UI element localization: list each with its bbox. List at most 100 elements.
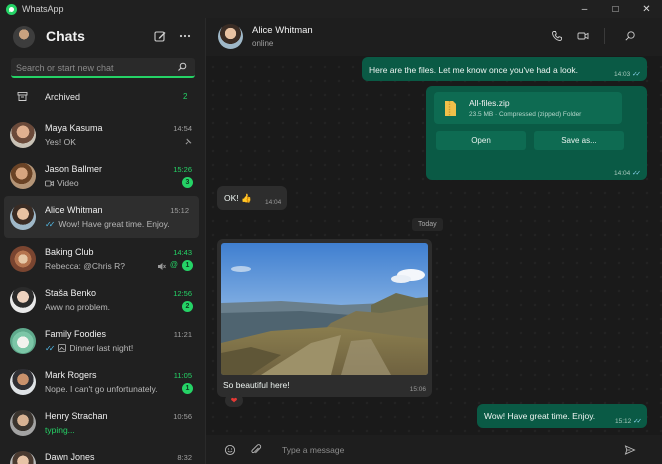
day-separator: Today [412, 218, 443, 231]
archive-icon [17, 92, 28, 101]
app-title: WhatsApp [22, 4, 64, 14]
avatar [10, 287, 36, 313]
chat-time: 8:32 [177, 453, 192, 462]
chat-preview: typing... [45, 425, 75, 435]
unread-badge: 1 [182, 260, 193, 271]
read-ticks-icon: ✓✓ [45, 343, 56, 353]
outgoing-file-message[interactable]: All-files.zip 23.5 MB · Compressed (zipp… [426, 86, 647, 180]
message-text: Here are the files. Let me know once you… [369, 65, 579, 75]
message-input[interactable] [282, 442, 602, 458]
chat-preview: ✓✓ Dinner last night! [45, 343, 134, 353]
contact-status: online [252, 39, 274, 48]
avatar [10, 163, 36, 189]
chat-preview: Video [45, 178, 79, 188]
title-bar: WhatsApp – □ ✕ [0, 0, 662, 18]
archived-label: Archived [45, 92, 81, 102]
file-card: All-files.zip 23.5 MB · Compressed (zipp… [434, 92, 622, 124]
chat-time: 14:43 [173, 248, 192, 257]
save-as-button[interactable]: Save as... [534, 131, 624, 150]
avatar [10, 204, 36, 230]
search-icon[interactable] [177, 62, 187, 72]
message-time: 14:04 ✓✓ [614, 170, 641, 177]
chat-item-maya-kasuma[interactable]: Maya Kasuma 14:54 Yes! OK [0, 114, 206, 156]
unread-badge: 3 [182, 177, 193, 188]
chat-time: 10:56 [173, 412, 192, 421]
message-text: OK! 👍 [224, 193, 252, 203]
message-time: 14:04 [265, 199, 282, 206]
chat-time: 11:21 [173, 330, 192, 339]
chat-name: Alice Whitman [45, 205, 103, 215]
photo-caption: So beautiful here! [223, 380, 290, 390]
video-call-icon[interactable] [577, 30, 589, 42]
chat-time: 14:54 [173, 124, 192, 133]
archived-count: 2 [183, 92, 188, 101]
minimize-button[interactable]: – [569, 0, 600, 18]
chat-name: Dawn Jones [45, 452, 95, 462]
outgoing-message[interactable]: Wow! Have great time. Enjoy. 15:12 ✓✓ [477, 404, 647, 428]
chat-item-henry-strachan[interactable]: Henry Strachan 10:56 typing... [0, 402, 206, 444]
message-composer [206, 435, 662, 464]
message-time: 15:12 ✓✓ [615, 418, 642, 425]
chat-name: Staša Benko [45, 288, 97, 298]
my-profile-avatar[interactable] [13, 26, 35, 48]
unread-badge: 1 [182, 383, 193, 394]
chats-title: Chats [46, 28, 85, 44]
muted-icon [158, 263, 166, 270]
conversation-pane: Alice Whitman online Here are the files.… [206, 18, 662, 464]
search-input[interactable] [16, 60, 176, 75]
search-box [11, 58, 195, 78]
outgoing-message[interactable]: Here are the files. Let me know once you… [362, 57, 647, 81]
chat-preview: Rebecca: @Chris R? [45, 261, 125, 271]
chat-item-mark-rogers[interactable]: Mark Rogers 11:05 Nope. I can't go unfor… [0, 361, 206, 403]
header-divider [604, 28, 605, 44]
chat-name: Jason Ballmer [45, 164, 103, 174]
chat-name: Maya Kasuma [45, 123, 103, 133]
chat-name: Henry Strachan [45, 411, 108, 421]
incoming-message[interactable]: OK! 👍 14:04 [217, 186, 287, 210]
archived-row[interactable]: Archived 2 [0, 86, 206, 108]
attach-icon[interactable] [250, 444, 262, 456]
open-file-button[interactable]: Open [436, 131, 526, 150]
file-name: All-files.zip [469, 98, 510, 108]
chat-time: 15:12 [170, 206, 189, 215]
chat-name: Mark Rogers [45, 370, 97, 380]
chat-item-alice-whitman[interactable]: Alice Whitman 15:12 ✓✓ Wow! Have great ti… [4, 196, 199, 238]
chat-preview: ✓✓ Wow! Have great time. Enjoy. [45, 219, 170, 229]
whatsapp-logo-icon [6, 3, 17, 15]
avatar [10, 122, 36, 148]
chat-name: Family Foodies [45, 329, 107, 339]
landscape-photo[interactable] [221, 243, 428, 375]
avatar [10, 328, 36, 354]
chat-time: 12:56 [173, 289, 192, 298]
chat-list-sidebar: Chats Archived 2 Maya Kasuma 14:54 Yes! … [0, 18, 206, 464]
sidebar-header: Chats [0, 18, 206, 56]
chat-item-baking-club[interactable]: Baking Club 14:43 Rebecca: @Chris R? @ 1 [0, 238, 206, 280]
send-icon[interactable] [624, 444, 636, 456]
maximize-button[interactable]: □ [600, 0, 631, 18]
incoming-photo-message[interactable]: So beautiful here! 15:06 [217, 239, 432, 397]
chat-item-jason-ballmer[interactable]: Jason Ballmer 15:26 Video 3 [0, 155, 206, 197]
file-meta: 23.5 MB · Compressed (zipped) Folder [469, 111, 582, 118]
chat-preview: Nope. I can't go unfortunately. [45, 384, 158, 394]
chat-preview: Yes! OK [45, 137, 76, 147]
voice-call-icon[interactable] [551, 30, 563, 42]
search-messages-icon[interactable] [624, 30, 636, 42]
chat-item-stasa-benko[interactable]: Staša Benko 12:56 Aww no problem. 2 [0, 279, 206, 321]
avatar [10, 451, 36, 464]
contact-avatar[interactable] [218, 24, 243, 49]
heart-reaction-icon[interactable]: ❤ [225, 394, 243, 407]
contact-name[interactable]: Alice Whitman [252, 25, 313, 36]
mention-icon: @ [169, 260, 178, 269]
message-text: Wow! Have great time. Enjoy. [484, 411, 596, 421]
more-options-icon[interactable] [178, 29, 192, 43]
zip-folder-icon [445, 101, 456, 116]
emoji-icon[interactable] [224, 444, 236, 456]
avatar [10, 369, 36, 395]
chat-item-family-foodies[interactable]: Family Foodies 11:21 ✓✓ Dinner last nigh… [0, 320, 206, 362]
chat-item-dawn-jones[interactable]: Dawn Jones 8:32 [0, 443, 206, 464]
new-chat-icon[interactable] [153, 29, 167, 43]
close-button[interactable]: ✕ [631, 0, 662, 18]
video-icon [45, 180, 54, 186]
chat-name: Baking Club [45, 247, 94, 257]
pin-icon [185, 138, 192, 145]
